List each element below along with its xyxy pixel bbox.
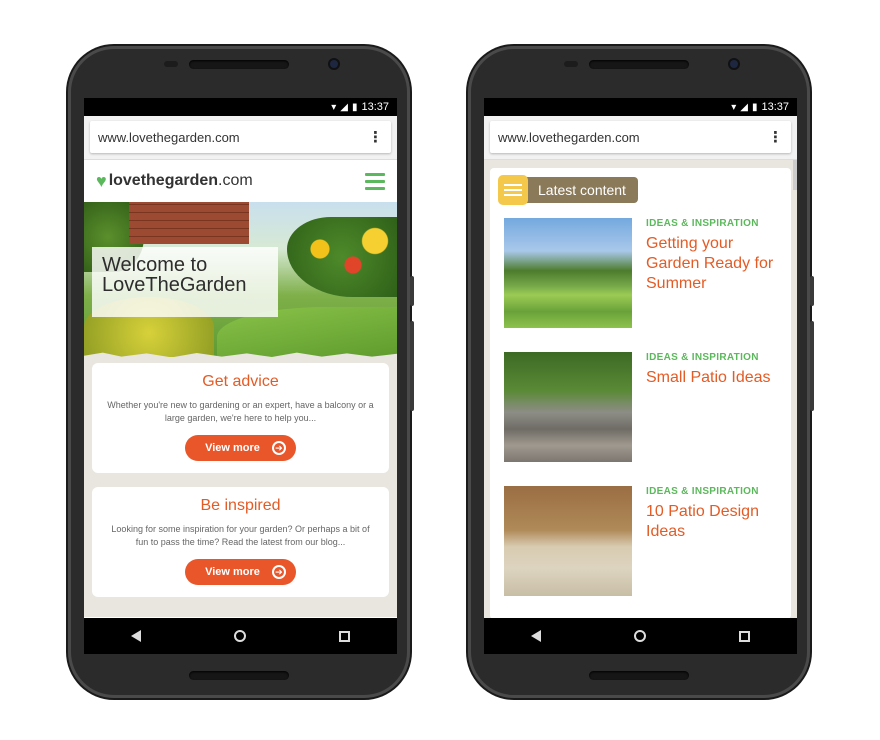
status-time: 13:37 [761,101,789,113]
bottom-speaker [189,671,289,680]
front-camera [728,58,740,70]
article-category[interactable]: IDEAS & INSPIRATION [646,218,781,229]
view-more-button[interactable]: View more ➔ [185,559,296,585]
address-bar[interactable]: www.lovethegarden.com ⋮ [490,121,791,153]
article-item[interactable]: IDEAS & INSPIRATION 10 Patio Design Idea… [490,486,791,596]
article-item[interactable]: IDEAS & INSPIRATION Getting your Garden … [490,218,791,328]
android-nav-bar [484,618,797,654]
volume-button [410,321,414,411]
recents-nav-icon[interactable] [325,630,365,642]
signal-icon: ◢ [340,101,348,113]
earpiece-speaker [189,60,289,69]
address-bar[interactable]: www.lovethegarden.com ⋮ [90,121,391,153]
logo-text-com: .com [218,172,253,189]
phone-left: ▾ ◢ ▮ 13:37 www.lovethegarden.com ⋮ ♥ lo… [68,46,414,698]
recents-nav-icon[interactable] [725,630,765,642]
latest-content-label: Latest content [498,175,638,205]
home-nav-icon[interactable] [220,630,260,642]
button-label: View more [205,442,260,454]
card-be-inspired: Be inspired Looking for some inspiration… [92,487,389,597]
front-camera [328,58,340,70]
cards-area: Get advice Whether you're new to gardeni… [84,357,397,617]
status-bar: ▾ ◢ ▮ 13:37 [484,98,797,116]
welcome-line-2: LoveTheGarden [102,274,247,296]
heart-logo-icon: ♥ [96,170,107,191]
status-time: 13:37 [361,101,389,113]
welcome-line-1: Welcome to [102,254,208,276]
card-get-advice: Get advice Whether you're new to gardeni… [92,363,389,473]
article-thumbnail[interactable] [504,352,632,462]
site-logo[interactable]: ♥ love thegarden .com [96,171,253,192]
card-title: Get advice [202,373,279,390]
signal-icon: ◢ [740,101,748,113]
latest-content-panel: Latest content IDEAS & INSPIRATION Getti… [490,168,791,619]
button-label: View more [205,566,260,578]
browser-toolbar: www.lovethegarden.com ⋮ [484,116,797,160]
note-icon [498,175,528,205]
back-nav-icon[interactable] [516,630,556,642]
article-title[interactable]: 10 Patio Design Ideas [646,502,781,542]
view-more-button[interactable]: View more ➔ [185,435,296,461]
overflow-menu-icon[interactable]: ⋮ [368,128,383,146]
card-text: Whether you're new to gardening or an ex… [107,400,374,423]
article-category[interactable]: IDEAS & INSPIRATION [646,352,771,363]
phone-right: ▾ ◢ ▮ 13:37 www.lovethegarden.com ⋮ Late… [468,46,814,698]
power-button [810,276,814,306]
home-nav-icon[interactable] [620,630,660,642]
power-button [410,276,414,306]
card-title: Be inspired [200,497,281,514]
android-nav-bar [84,618,397,654]
status-bar: ▾ ◢ ▮ 13:37 [84,98,397,116]
overflow-menu-icon[interactable]: ⋮ [768,128,783,146]
article-item[interactable]: IDEAS & INSPIRATION Small Patio Ideas [490,352,791,462]
bottom-speaker [589,671,689,680]
browser-toolbar: www.lovethegarden.com ⋮ [84,116,397,160]
article-title[interactable]: Getting your Garden Ready for Summer [646,234,781,294]
article-thumbnail[interactable] [504,218,632,328]
battery-icon: ▮ [751,101,758,113]
url-text: www.lovethegarden.com [98,129,240,145]
site-header: ♥ love thegarden .com [84,160,397,202]
volume-button [810,321,814,411]
wifi-icon: ▾ [331,101,337,113]
scrollbar[interactable] [793,160,797,190]
welcome-box: Welcome to LoveTheGarden [92,247,278,317]
section-label: Latest content [520,177,638,203]
article-category[interactable]: IDEAS & INSPIRATION [646,486,781,497]
earpiece-speaker [589,60,689,69]
hero-brick-wall [129,202,249,244]
proximity-sensor [564,61,578,67]
article-thumbnail[interactable] [504,486,632,596]
wifi-icon: ▾ [731,101,737,113]
arrow-right-icon: ➔ [271,441,286,455]
proximity-sensor [164,61,178,67]
arrow-right-icon: ➔ [271,565,286,579]
url-text: www.lovethegarden.com [498,129,640,145]
latest-content-page: Latest content IDEAS & INSPIRATION Getti… [484,160,797,619]
battery-icon: ▮ [351,101,358,113]
hamburger-menu-icon[interactable] [365,172,385,190]
logo-text-the: thegarden [140,172,219,189]
hero-banner: Welcome to LoveTheGarden [84,202,397,357]
hero-flowers [287,217,397,297]
screen-right: ▾ ◢ ▮ 13:37 www.lovethegarden.com ⋮ Late… [484,98,797,654]
logo-text-love: love [108,172,141,189]
article-title[interactable]: Small Patio Ideas [646,368,771,388]
screen-left: ▾ ◢ ▮ 13:37 www.lovethegarden.com ⋮ ♥ lo… [84,98,397,654]
back-nav-icon[interactable] [116,630,156,642]
card-text: Looking for some inspiration for your ga… [111,524,370,547]
